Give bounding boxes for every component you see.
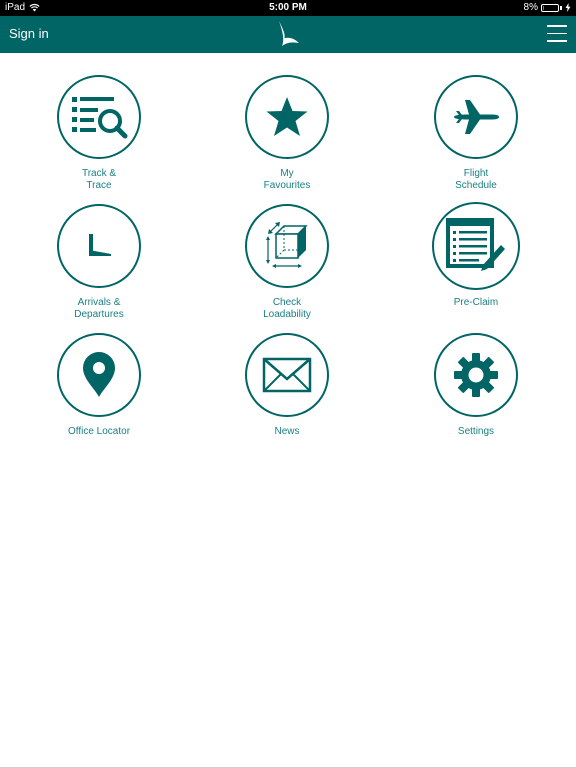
clock-icon	[89, 234, 111, 256]
tile-circle	[57, 75, 141, 159]
tile-flight-schedule[interactable]: Flight Schedule	[406, 75, 546, 192]
status-right: 8%	[524, 2, 571, 13]
gear-icon	[454, 353, 498, 397]
app-header: Sign in	[0, 16, 576, 53]
form-pencil-icon	[446, 218, 505, 271]
tile-circle	[245, 75, 329, 159]
battery-level	[543, 5, 544, 10]
tile-label: Track & Trace	[81, 168, 117, 191]
tile-circle	[245, 333, 329, 417]
tile-check-loadability[interactable]: Check Loadability	[217, 204, 357, 321]
track-trace-icon	[72, 97, 128, 139]
tile-label: Office Locator	[67, 426, 131, 437]
tile-circle	[432, 202, 520, 290]
tile-label: Flight Schedule	[455, 168, 497, 191]
hamburger-menu-icon[interactable]	[547, 25, 567, 43]
tile-circle	[245, 204, 329, 288]
tile-label: Pre-Claim	[453, 297, 499, 308]
tile-pre-claim[interactable]: Pre-Claim	[406, 202, 546, 309]
cube-dimensions-icon	[266, 222, 308, 268]
airplane-icon	[454, 100, 499, 134]
star-icon	[266, 97, 308, 136]
tile-arrivals-departures[interactable]: Arrivals & Departures	[29, 204, 169, 321]
status-bar: iPad 5:00 PM 8%	[0, 0, 576, 16]
location-pin-icon	[83, 352, 115, 397]
tile-circle	[57, 204, 141, 288]
tile-track-trace[interactable]: Track & Trace	[29, 75, 169, 192]
tile-circle	[434, 75, 518, 159]
battery-icon	[541, 3, 559, 12]
tile-news[interactable]: News	[217, 333, 357, 438]
tile-settings[interactable]: Settings	[406, 333, 546, 438]
tile-label: Settings	[457, 426, 495, 437]
sign-in-button[interactable]: Sign in	[9, 26, 49, 41]
battery-percent: 8%	[523, 2, 538, 13]
status-time: 5:00 PM	[269, 2, 307, 13]
brushwing-logo-icon[interactable]	[276, 19, 300, 49]
tile-circle	[57, 333, 141, 417]
envelope-icon	[262, 357, 312, 393]
charging-bolt-icon	[565, 3, 571, 12]
tile-label: My Favourites	[263, 168, 311, 191]
battery-cap	[560, 5, 562, 10]
tile-label: Arrivals & Departures	[74, 297, 124, 320]
tile-label: News	[274, 426, 300, 437]
tile-office-locator[interactable]: Office Locator	[29, 333, 169, 438]
tile-my-favourites[interactable]: My Favourites	[217, 75, 357, 192]
tile-circle	[434, 333, 518, 417]
tile-label: Check Loadability	[263, 297, 311, 320]
